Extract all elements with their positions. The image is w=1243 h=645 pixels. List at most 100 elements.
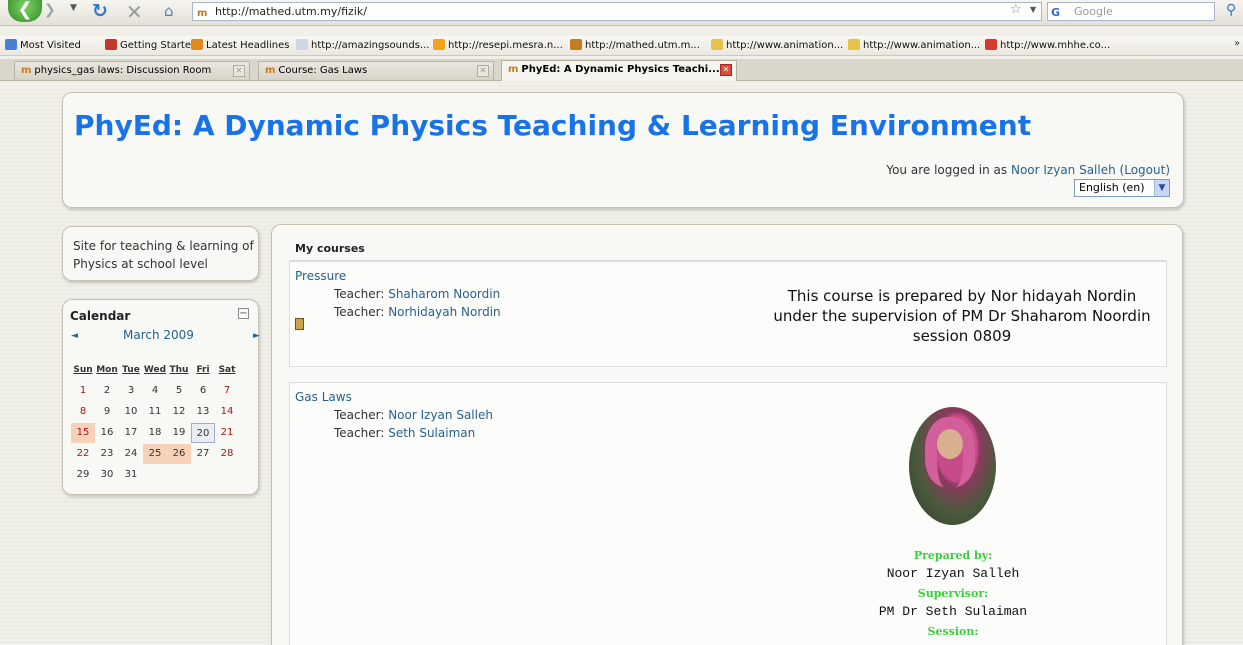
bookmark-most-visited[interactable]: Most Visited <box>5 39 81 51</box>
bookmark-latest-headlines[interactable]: Latest Headlines <box>191 39 290 51</box>
calendar-week: 22 23 24 25 26 27 28 <box>71 443 239 464</box>
logout-link[interactable]: (Logout) <box>1120 163 1170 177</box>
search-placeholder: Google <box>1074 5 1113 18</box>
tab-phyed[interactable]: m PhyEd: A Dynamic Physics Teachi... ✕ <box>501 60 737 81</box>
calendar-day[interactable]: 29 <box>71 465 95 485</box>
calendar-day[interactable]: 19 <box>167 423 191 443</box>
search-magnifier-icon[interactable]: ⚲ <box>1226 2 1236 18</box>
url-dropdown-icon[interactable]: ▼ <box>1030 5 1036 14</box>
calendar-day[interactable]: 24 <box>119 444 143 464</box>
forward-button[interactable]: ❯ <box>44 2 62 20</box>
calendar-day-headers: Sun Mon Tue Wed Thu Fri Sat <box>71 359 239 380</box>
tab-favicon-icon: m <box>508 64 519 75</box>
teacher-link[interactable]: Seth Sulaiman <box>388 426 475 440</box>
bookmark-getting-started[interactable]: Getting Started <box>105 39 197 51</box>
calendar-day-today[interactable]: 20 <box>191 422 215 443</box>
calendar-day[interactable]: 17 <box>119 423 143 443</box>
calendar-day[interactable]: 2 <box>95 381 119 401</box>
site-header: PhyEd: A Dynamic Physics Teaching & Lear… <box>62 92 1184 208</box>
calendar-day[interactable]: 3 <box>119 381 143 401</box>
bookmark-animation-2[interactable]: http://www.animation... <box>848 39 980 51</box>
photo-face-shape <box>937 429 963 459</box>
calendar-day[interactable]: 16 <box>95 423 119 443</box>
course-box: Gas Laws Teacher: Noor Izyan Salleh Teac… <box>289 382 1167 645</box>
calendar-day[interactable]: 21 <box>215 423 239 443</box>
teacher-line: Teacher: Shaharom Noordin <box>334 287 501 301</box>
stop-icon[interactable]: ✕ <box>126 0 143 24</box>
bookmarks-toolbar: Most Visited Getting Started Latest Head… <box>0 36 1243 56</box>
calendar-day[interactable]: 9 <box>95 402 119 422</box>
calendar-day-event[interactable]: 26 <box>167 443 191 464</box>
page-content: PhyEd: A Dynamic Physics Teaching & Lear… <box>0 82 1243 645</box>
search-bar[interactable]: G Google <box>1047 2 1215 21</box>
calendar-day[interactable]: 30 <box>95 465 119 485</box>
calendar-week: 15 16 17 18 19 20 21 <box>71 422 239 443</box>
tab-discussion-room[interactable]: m physics_gas laws: Discussion Room ✕ <box>14 61 250 80</box>
calendar-day-event[interactable]: 15 <box>71 422 95 443</box>
next-month-icon[interactable]: ► <box>253 331 260 341</box>
close-tab-icon[interactable]: ✕ <box>720 64 732 76</box>
calendar-day[interactable]: 12 <box>167 402 191 422</box>
site-favicon-icon: m <box>197 8 208 19</box>
collapse-icon[interactable]: − <box>238 308 249 319</box>
teacher-link[interactable]: Noor Izyan Salleh <box>388 408 493 422</box>
url-bar[interactable]: m http://mathed.utm.my/fizik/ <box>192 2 1042 21</box>
language-select[interactable]: English (en) ▼ <box>1074 179 1170 197</box>
calendar-day-header: Thu <box>169 364 189 375</box>
course-link-gas-laws[interactable]: Gas Laws <box>295 390 352 404</box>
calendar-week: 8 9 10 11 12 13 14 <box>71 401 239 422</box>
bookmark-resepi[interactable]: http://resepi.mesra.n... <box>433 39 563 51</box>
calendar-day[interactable]: 31 <box>119 465 143 485</box>
calendar-title: Calendar <box>70 309 131 323</box>
history-dropdown-icon[interactable]: ▼ <box>70 3 77 13</box>
guest-access-icon <box>295 318 304 330</box>
calendar-day[interactable]: 18 <box>143 423 167 443</box>
calendar-day[interactable]: 8 <box>71 402 95 422</box>
chevron-down-icon[interactable]: ▼ <box>1154 180 1169 196</box>
calendar-month[interactable]: March 2009 <box>123 328 194 342</box>
bookmark-star-icon[interactable]: ☆ <box>1010 2 1022 17</box>
calendar-day[interactable]: 13 <box>191 402 215 422</box>
course-summary: This course is prepared by Nor hidayah N… <box>773 287 1151 345</box>
calendar-day[interactable]: 1 <box>71 381 95 401</box>
calendar-day[interactable]: 22 <box>71 444 95 464</box>
user-profile-link[interactable]: Noor Izyan Salleh <box>1011 163 1116 177</box>
calendar-day[interactable]: 4 <box>143 381 167 401</box>
session-label: Session: <box>927 625 979 638</box>
bookmark-animation-1[interactable]: http://www.animation... <box>711 39 843 51</box>
course-link-pressure[interactable]: Pressure <box>295 269 346 283</box>
browser-toolbar: ❮ ❯ ▼ ↻ ✕ ⌂ m http://mathed.utm.my/fizik… <box>0 0 1243 26</box>
tab-course-gas-laws[interactable]: m Course: Gas Laws ✕ <box>258 61 494 80</box>
bookmark-page-icon <box>848 39 860 50</box>
calendar-day[interactable]: 28 <box>215 444 239 464</box>
site-description: Site for teaching & learning of Physics … <box>62 226 259 281</box>
calendar-day[interactable]: 7 <box>215 381 239 401</box>
calendar-day[interactable]: 14 <box>215 402 239 422</box>
teacher-line: Teacher: Seth Sulaiman <box>334 426 476 440</box>
reload-icon[interactable]: ↻ <box>92 0 108 22</box>
calendar-day-event[interactable]: 25 <box>143 443 167 464</box>
previous-month-icon[interactable]: ◄ <box>71 331 78 341</box>
calendar-day[interactable]: 11 <box>143 402 167 422</box>
calendar-day[interactable]: 6 <box>191 381 215 401</box>
calendar-day[interactable]: 23 <box>95 444 119 464</box>
teacher-link[interactable]: Shaharom Noordin <box>388 287 500 301</box>
teacher-link[interactable]: Norhidayah Nordin <box>388 305 500 319</box>
bookmarks-overflow-icon[interactable]: » <box>1234 38 1240 49</box>
bookmark-amazingsounds[interactable]: http://amazingsounds... <box>296 39 429 51</box>
bookmark-mathed[interactable]: http://mathed.utm.m... <box>570 39 700 51</box>
bookmark-page-icon <box>105 39 117 50</box>
home-icon[interactable]: ⌂ <box>164 2 174 20</box>
bookmark-mhhe[interactable]: http://www.mhhe.co... <box>985 39 1110 51</box>
calendar-day-header: Wed <box>143 364 167 375</box>
calendar-day[interactable]: 10 <box>119 402 143 422</box>
back-button[interactable]: ❮ <box>8 0 42 22</box>
calendar-day[interactable]: 5 <box>167 381 191 401</box>
supervisor-label: Supervisor: <box>917 587 989 600</box>
google-icon[interactable]: G <box>1051 4 1060 21</box>
my-courses-heading: My courses <box>289 233 1167 261</box>
calendar-day-header: Mon <box>96 364 118 375</box>
calendar-day[interactable]: 27 <box>191 444 215 464</box>
close-tab-icon[interactable]: ✕ <box>477 65 489 77</box>
close-tab-icon[interactable]: ✕ <box>233 65 245 77</box>
